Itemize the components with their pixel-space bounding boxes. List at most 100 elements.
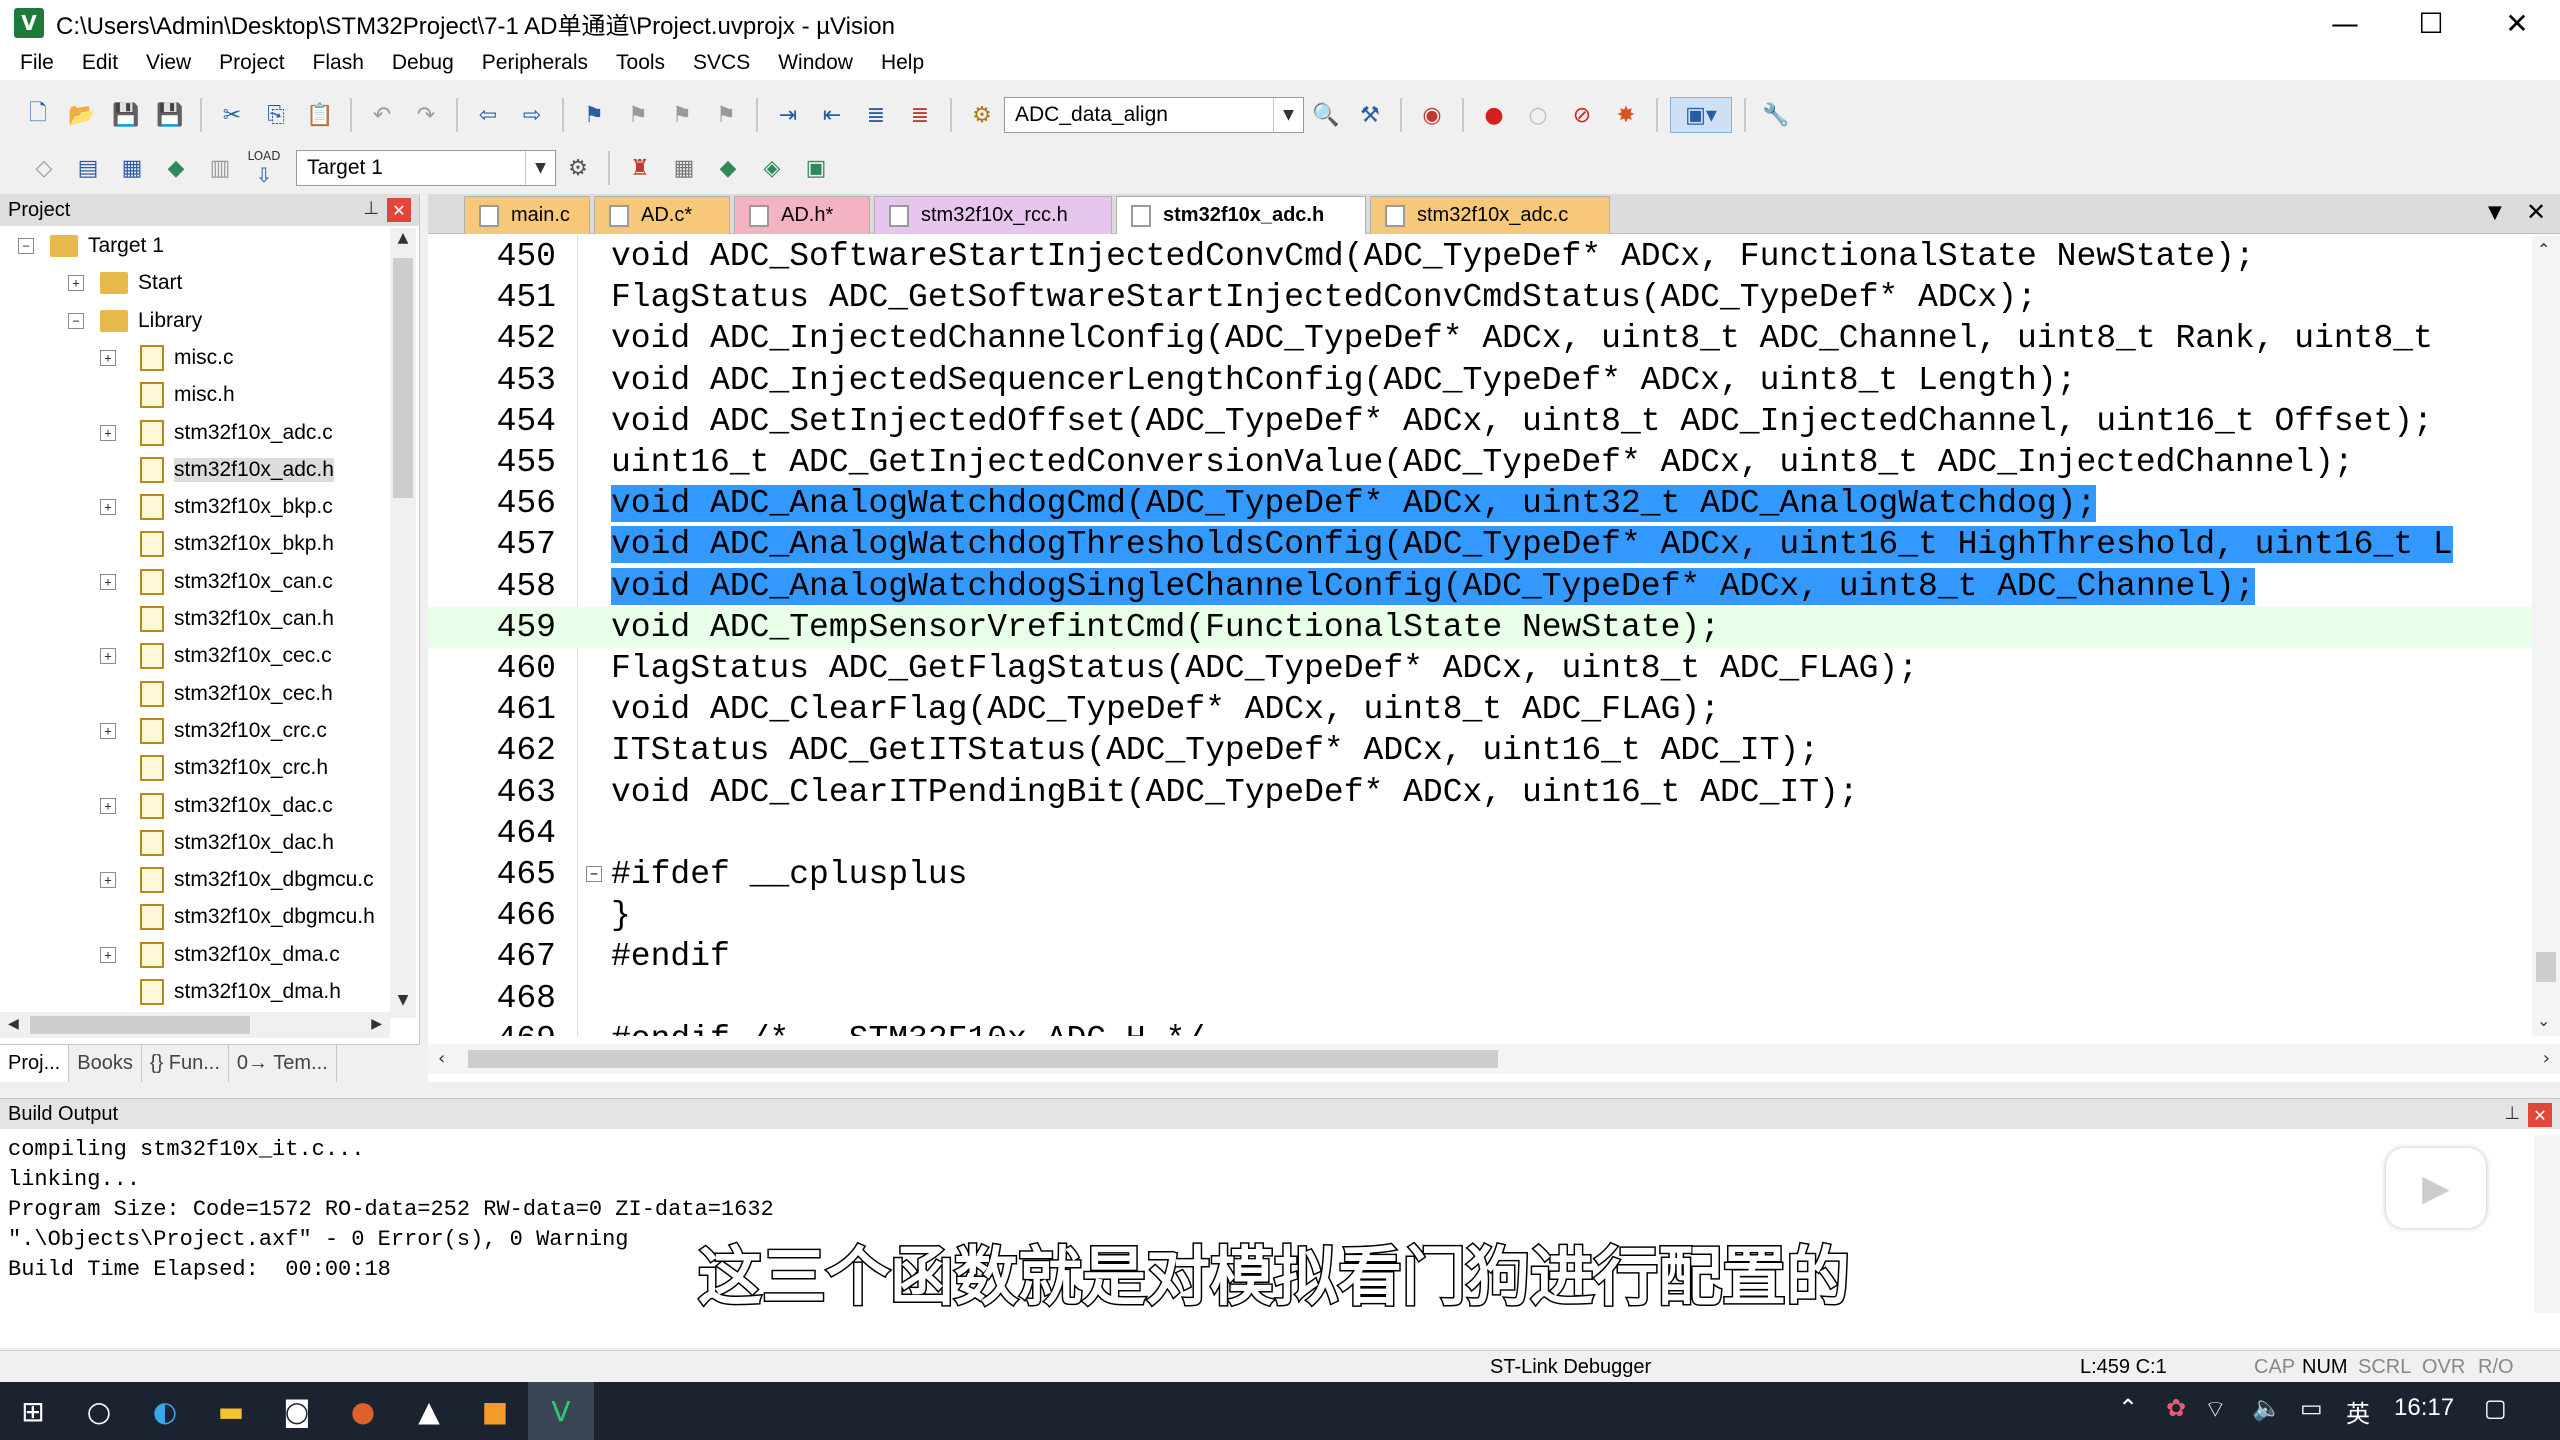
tree-item[interactable]: − Library <box>68 303 202 339</box>
powerpoint-icon[interactable]: ● <box>330 1382 396 1440</box>
expand-icon[interactable]: + <box>100 872 116 889</box>
code-line[interactable]: 461 void ADC_ClearFlag(ADC_TypeDef* ADCx,… <box>428 689 2532 730</box>
notifications-icon[interactable]: ▢ <box>2484 1394 2507 1423</box>
paste-icon[interactable]: 📋 <box>302 97 338 133</box>
batch-build-icon[interactable]: ◆ <box>158 150 194 186</box>
find-combo[interactable]: ADC_data_align ▼ <box>1004 97 1304 133</box>
tree-item[interactable]: + Start <box>68 265 182 301</box>
menu-svcs[interactable]: SVCS <box>679 51 764 75</box>
tab-main-c[interactable]: main.c <box>464 196 590 234</box>
tree-item[interactable]: + stm32f10x_adc.c <box>100 415 333 451</box>
redo-icon[interactable]: ↷ <box>408 97 444 133</box>
code-line[interactable]: 458 void ADC_AnalogWatchdogSingleChannelC… <box>428 566 2532 607</box>
tree-item[interactable]: − Target 1 <box>18 228 164 264</box>
photos-icon[interactable]: ▲ <box>396 1382 462 1440</box>
show-hidden-icons-icon[interactable]: ⌃ <box>2118 1394 2138 1423</box>
code-line[interactable]: 453 void ADC_InjectedSequencerLengthConfi… <box>428 360 2532 401</box>
tree-item[interactable]: stm32f10x_crc.h <box>140 750 328 786</box>
translate-icon[interactable]: ◇ <box>26 150 62 186</box>
tree-item[interactable]: + stm32f10x_can.c <box>100 564 333 600</box>
collapse-icon[interactable]: − <box>68 312 84 329</box>
scroll-thumb[interactable] <box>393 258 413 498</box>
save-icon[interactable]: 💾 <box>108 97 144 133</box>
scroll-left-icon[interactable]: ‹ <box>438 1048 445 1069</box>
editor-horizontal-scrollbar[interactable]: ‹ › <box>428 1044 2560 1074</box>
tray-app-icon[interactable]: ✿ <box>2166 1394 2186 1423</box>
start-debug-icon[interactable]: ◉ <box>1414 97 1450 133</box>
menu-debug[interactable]: Debug <box>378 51 468 75</box>
cut-icon[interactable]: ✂ <box>214 97 250 133</box>
code-line[interactable]: 457 void ADC_AnalogWatchdogThresholdsConf… <box>428 524 2532 565</box>
recorder-app-icon[interactable]: ■ <box>462 1382 528 1440</box>
indent-icon[interactable]: ⇥ <box>770 97 806 133</box>
expand-icon[interactable]: + <box>100 946 116 963</box>
target-options-icon[interactable]: ⚙ <box>560 150 596 186</box>
tab-ad-h[interactable]: AD.h* <box>734 196 870 234</box>
camera-app-icon[interactable]: ◙ <box>264 1382 330 1440</box>
find-icon[interactable]: 🔍 <box>1308 97 1344 133</box>
close-panel-icon[interactable]: ✕ <box>2528 1103 2552 1127</box>
editor-vertical-scrollbar[interactable]: ⌃ ⌄ <box>2532 236 2560 1036</box>
close-button[interactable]: ✕ <box>2474 0 2560 46</box>
clock[interactable]: 16:17 <box>2394 1394 2454 1422</box>
code-line[interactable]: 464 <box>428 813 2532 854</box>
navigate-forward-icon[interactable]: ⇨ <box>514 97 550 133</box>
tab-ad-c[interactable]: AD.c* <box>594 196 730 234</box>
volume-icon[interactable]: 🔈 <box>2252 1394 2282 1423</box>
expand-icon[interactable]: + <box>100 722 116 739</box>
window-layout-icon[interactable]: ▣▾ <box>1670 97 1732 133</box>
code-line[interactable]: 454 void ADC_SetInjectedOffset(ADC_TypeDe… <box>428 401 2532 442</box>
undo-icon[interactable]: ↶ <box>364 97 400 133</box>
expand-icon[interactable]: + <box>100 349 116 366</box>
bookmark-icon[interactable]: ⚑ <box>576 97 612 133</box>
uncomment-icon[interactable]: ≣ <box>902 97 938 133</box>
play-icon[interactable]: ▶ <box>2386 1148 2486 1228</box>
scroll-up-icon[interactable]: ▲ <box>393 230 413 254</box>
code-line[interactable]: 468 <box>428 978 2532 1019</box>
stop-build-icon[interactable]: ▥ <box>202 150 238 186</box>
manage-rte-icon[interactable]: ◈ <box>754 150 790 186</box>
code-line[interactable]: 450 void ADC_SoftwareStartInjectedConvCmd… <box>428 236 2532 277</box>
menu-tools[interactable]: Tools <box>602 51 679 75</box>
chevron-down-icon[interactable]: ▼ <box>525 151 555 185</box>
target-combo[interactable]: Target 1 ▼ <box>296 150 556 186</box>
menu-project[interactable]: Project <box>205 51 298 75</box>
scroll-down-icon[interactable]: ⌄ <box>2537 1011 2550 1030</box>
unindent-icon[interactable]: ⇤ <box>814 97 850 133</box>
scroll-right-icon[interactable]: ▶ <box>371 1016 382 1032</box>
expand-icon[interactable]: + <box>100 499 116 516</box>
select-packs-icon[interactable]: ▦ <box>666 150 702 186</box>
wifi-icon[interactable]: ⌔ <box>2204 1394 2227 1424</box>
expand-icon[interactable]: + <box>100 573 116 590</box>
comment-icon[interactable]: ≣ <box>858 97 894 133</box>
tab-project[interactable]: Proj... <box>0 1045 70 1082</box>
scroll-down-icon[interactable]: ▼ <box>393 992 413 1016</box>
prev-bookmark-icon[interactable]: ⚑ <box>620 97 656 133</box>
rebuild-icon[interactable]: ▦ <box>114 150 150 186</box>
tree-item[interactable]: + stm32f10x_dbgmcu.c <box>100 862 374 898</box>
disable-breakpoints-icon[interactable]: ⊘ <box>1564 97 1600 133</box>
next-bookmark-icon[interactable]: ⚑ <box>664 97 700 133</box>
tab-stm32f10x-rcc-h[interactable]: stm32f10x_rcc.h <box>874 196 1112 234</box>
tab-list-icon[interactable]: ▼ <box>2488 202 2502 223</box>
new-file-icon[interactable]: 🗋 <box>20 97 56 133</box>
tree-item[interactable]: + stm32f10x_dac.c <box>100 788 333 824</box>
battery-icon[interactable]: ▭ <box>2300 1394 2323 1423</box>
build-icon[interactable]: ▤ <box>70 150 106 186</box>
uvision-taskbar-icon[interactable]: V <box>528 1382 594 1440</box>
build-output-scrollbar[interactable] <box>2534 1135 2560 1313</box>
menu-help[interactable]: Help <box>867 51 938 75</box>
tree-item[interactable]: misc.h <box>140 377 235 413</box>
tree-item[interactable]: stm32f10x_bkp.h <box>140 526 334 562</box>
tree-item[interactable]: stm32f10x_can.h <box>140 601 334 637</box>
fold-toggle-icon[interactable]: − <box>586 866 602 882</box>
manage-project-items-icon[interactable]: ♜ <box>622 150 658 186</box>
tree-item[interactable]: stm32f10x_cec.h <box>140 676 333 712</box>
tree-item[interactable]: + misc.c <box>100 340 234 376</box>
scroll-thumb[interactable] <box>2536 952 2556 982</box>
menu-window[interactable]: Window <box>764 51 867 75</box>
file-explorer-icon[interactable]: ▬ <box>198 1382 264 1440</box>
tab-stm32f10x-adc-h[interactable]: stm32f10x_adc.h <box>1116 196 1366 234</box>
edge-browser-icon[interactable]: ◐ <box>132 1382 198 1440</box>
code-line[interactable]: 459 void ADC_TempSensorVrefintCmd(Functio… <box>428 606 2532 648</box>
